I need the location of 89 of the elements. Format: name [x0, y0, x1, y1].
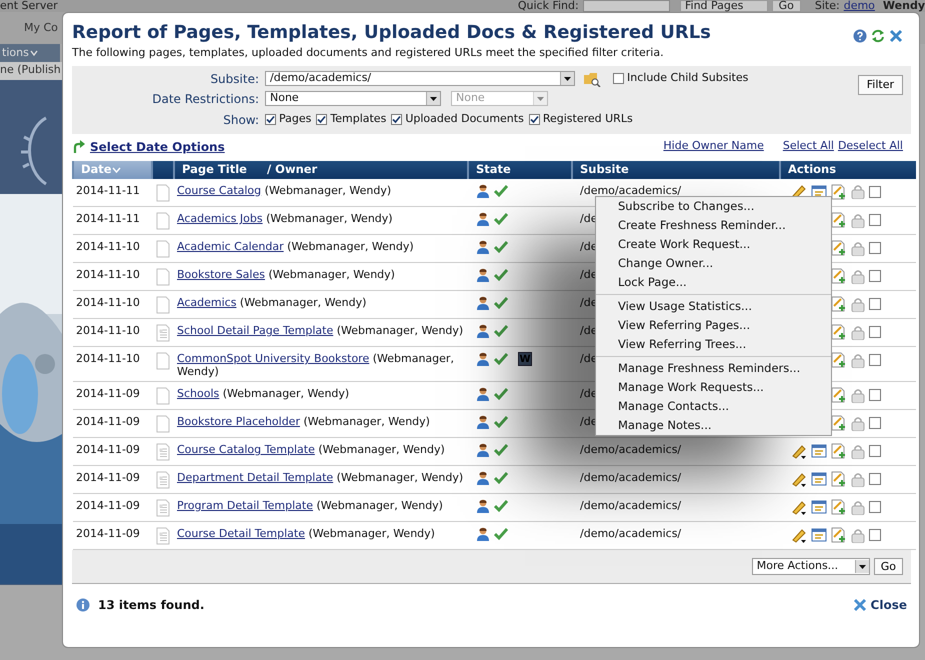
nav-tab[interactable]: My Co [24, 20, 58, 36]
checkbox-label: Uploaded Documents [405, 111, 524, 128]
app-title: ent Server [0, 0, 59, 12]
page-title-link[interactable]: Bookstore Placeholder [177, 415, 300, 428]
title-cell: Academic Calendar (Webmanager, Wendy) [174, 234, 468, 262]
menu-item[interactable]: View Usage Statistics... [596, 297, 831, 316]
date-cell: 2014-11-10 [73, 290, 152, 318]
select-all-link[interactable]: Select All [782, 138, 834, 155]
column-header[interactable]: Page Title / Owner [174, 160, 468, 178]
page-title-link[interactable]: Course Detail Template [177, 527, 305, 540]
date-cell: 2014-11-10 [73, 262, 152, 290]
field-label: Subsite: [209, 70, 260, 88]
title-cell: Academics Jobs (Webmanager, Wendy) [174, 206, 468, 234]
subsite-path: /demo/academics/ [580, 184, 682, 196]
subsite-path: /demo/academics/ [580, 499, 682, 512]
title-cell: CommonSpot University Bookstore (Webmanager, Wendy) [174, 346, 468, 382]
menu-item[interactable]: Change Owner... [596, 254, 831, 273]
page-title-link[interactable]: Program Detail Template [177, 499, 314, 512]
page-title-link[interactable]: Course Catalog [177, 184, 262, 196]
page-title-link[interactable]: Academic Calendar [177, 240, 284, 253]
menu-item[interactable]: View Referring Trees... [596, 335, 831, 354]
go-button[interactable]: Go [772, 0, 801, 12]
deselect-all-link[interactable]: Deselect All [838, 138, 903, 155]
date-cell: 2014-11-09 [73, 410, 152, 438]
page-title-link[interactable]: Schools [177, 387, 220, 400]
menu-item[interactable]: Create Freshness Reminder... [596, 216, 831, 235]
column-header[interactable]: Actions [780, 160, 916, 178]
user-name: Wendy [882, 0, 925, 12]
find-pages-select[interactable]: Find Pages [680, 0, 768, 12]
menu-item[interactable]: View Referring Pages... [596, 316, 831, 335]
date-cell: 2014-11-09 [73, 438, 152, 466]
date-cell: 2014-11-09 [73, 466, 152, 494]
close-button[interactable]: Close [852, 596, 907, 614]
checkbox-label: Registered URLs [542, 111, 633, 128]
menu-item[interactable]: Manage Notes... [596, 416, 831, 435]
subsite-path: /demo/academics/ [580, 527, 682, 540]
subsite-select[interactable]: /demo/academics/ [265, 71, 575, 86]
title-cell: Academics (Webmanager, Wendy) [174, 290, 468, 318]
title-cell: Schools (Webmanager, Wendy) [174, 382, 468, 410]
title-cell: Bookstore Placeholder (Webmanager, Wendy) [174, 410, 468, 438]
subsite-path: /demo/academics/ [580, 471, 682, 484]
date-cell: 2014-11-11 [73, 178, 152, 206]
site-label: Site: [814, 0, 840, 12]
date-restriction-select[interactable]: None [265, 91, 441, 106]
go-button[interactable]: Go [874, 558, 903, 575]
date-cell: 2014-11-09 [73, 382, 152, 410]
title-cell: School Detail Page Template (Webmanager, Wendy) [174, 318, 468, 346]
workflow-badge: W [518, 352, 532, 366]
date-cell: 2014-11-10 [73, 318, 152, 346]
title-cell: Bookstore Sales (Webmanager, Wendy) [174, 262, 468, 290]
page-title-link[interactable]: CommonSpot University Bookstore [177, 352, 370, 365]
filter-button[interactable]: Filter [858, 74, 903, 94]
date-cell: 2014-11-11 [73, 206, 152, 234]
title-cell: Course Catalog Template (Webmanager, Wendy) [174, 438, 468, 466]
menu-item[interactable]: Manage Contacts... [596, 397, 831, 416]
date-cell: 2014-11-10 [73, 234, 152, 262]
more-actions-select[interactable]: More Actions... [752, 558, 870, 575]
page-title-link[interactable]: Academics Jobs [177, 212, 263, 225]
page-status: ne (Publish [0, 63, 61, 76]
column-header[interactable]: Subsite [572, 160, 780, 178]
dialog-subtitle: The following pages, templates, uploaded documents and registered URLs meet the specified filter criteria. [72, 45, 665, 61]
title-cell: Department Detail Template (Webmanager, Wendy) [174, 466, 468, 494]
quick-find-label: Quick Find: [516, 0, 580, 12]
menu-item[interactable]: Manage Freshness Reminders... [596, 359, 831, 378]
checkbox-label: Pages [279, 111, 312, 128]
page-title-link[interactable]: Course Catalog Template [177, 443, 315, 456]
hide-owner-link[interactable]: Hide Owner Name [663, 138, 764, 155]
page-title-link[interactable]: Bookstore Sales [177, 268, 265, 281]
page-title-link[interactable]: Department Detail Template [177, 471, 334, 484]
dialog-title: Report of Pages, Templates, Uploaded Docs & Registered URLs [72, 21, 712, 45]
menu-item[interactable]: Subscribe to Changes... [596, 197, 831, 216]
field-label: Show: [222, 112, 260, 128]
site-link[interactable]: demo [844, 0, 875, 12]
menu-item[interactable]: Manage Work Requests... [596, 378, 831, 397]
items-count: 13 items found. [98, 597, 204, 614]
subsite-path: /demo/academics/ [580, 443, 682, 456]
date-cell: 2014-11-09 [73, 494, 152, 522]
menu-item[interactable]: Create Work Request... [596, 235, 831, 254]
page-title-link[interactable]: Academics [177, 296, 236, 309]
column-header[interactable]: State [468, 160, 572, 178]
date-cell: 2014-11-10 [73, 346, 152, 382]
page-title-link[interactable]: School Detail Page Template [177, 324, 334, 337]
menu-item[interactable]: Lock Page... [596, 273, 831, 292]
select-date-options-link[interactable]: Select Date Options [90, 138, 225, 156]
checkbox-label: Include Child Subsites [627, 70, 748, 86]
field-label: Date Restrictions: [151, 90, 260, 108]
title-cell: Course Catalog (Webmanager, Wendy) [174, 178, 468, 206]
checkbox-label: Templates [330, 111, 386, 128]
title-cell: Program Detail Template (Webmanager, Wendy) [174, 494, 468, 522]
